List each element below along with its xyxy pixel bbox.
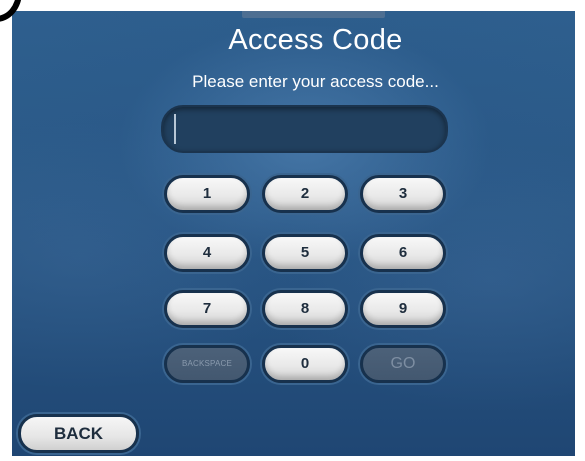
key-8[interactable]: 8: [262, 290, 348, 328]
backspace-button[interactable]: BACKSPACE: [164, 345, 250, 383]
key-3[interactable]: 3: [360, 175, 446, 213]
key-9[interactable]: 9: [360, 290, 446, 328]
key-2[interactable]: 2: [262, 175, 348, 213]
back-button[interactable]: BACK: [18, 414, 139, 453]
text-cursor: [174, 114, 176, 144]
access-code-screen: Access Code Please enter your access cod…: [12, 11, 575, 456]
page-title: Access Code: [228, 24, 403, 56]
key-0[interactable]: 0: [262, 345, 348, 383]
key-4[interactable]: 4: [164, 234, 250, 272]
top-status-strip: [242, 11, 385, 18]
access-code-input[interactable]: [161, 105, 448, 153]
key-5[interactable]: 5: [262, 234, 348, 272]
app-frame: Access Code Please enter your access cod…: [0, 0, 585, 461]
key-1[interactable]: 1: [164, 175, 250, 213]
key-6[interactable]: 6: [360, 234, 446, 272]
go-button[interactable]: GO: [360, 345, 446, 383]
page-subtitle: Please enter your access code...: [192, 72, 439, 91]
key-7[interactable]: 7: [164, 290, 250, 328]
